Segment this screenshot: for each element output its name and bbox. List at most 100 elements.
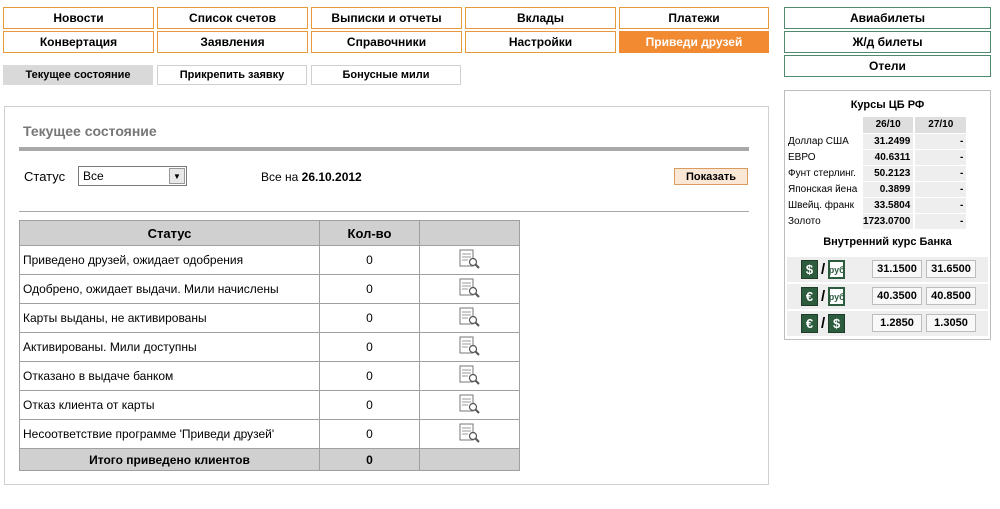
cbr-rate-row: Фунт стерлинг. 50.2123- xyxy=(787,165,967,182)
status-filter-label: Статус xyxy=(24,169,66,184)
cbr-date-1: 26/10 xyxy=(860,117,915,134)
row-status: Несоответствие программе 'Приведи друзей… xyxy=(19,419,320,449)
nav-references[interactable]: Справочники xyxy=(311,31,462,53)
exchange-rates-panel: Курсы ЦБ РФ 26/10 27/10 Доллар США 31.249… xyxy=(784,90,991,340)
bank-buy-rate: 31.1500 xyxy=(872,260,922,278)
bank-rate-row: € / $1.2850 1.3050 xyxy=(787,311,988,336)
row-count: 0 xyxy=(319,390,420,420)
bank-rates-title: Внутренний курс Банка xyxy=(823,236,952,248)
document-search-icon[interactable] xyxy=(459,336,481,356)
rate-date-1: 50.2123 xyxy=(860,165,915,182)
column-header-count: Кол-во xyxy=(319,220,420,246)
currency-to-icon: руб xyxy=(828,287,846,306)
table-row: Отказано в выдаче банком 0 xyxy=(19,361,520,391)
currency-name: Японская йена xyxy=(787,181,862,198)
bank-rate-row: $ / руб 31.1500 31.6500 xyxy=(787,257,988,282)
row-details-cell xyxy=(419,361,520,391)
nav-bring-friends[interactable]: Приведи друзей xyxy=(619,31,769,53)
cbr-rate-row: Доллар США 31.2499- xyxy=(787,133,967,150)
rate-date-2: - xyxy=(913,133,967,150)
currency-from-icon: € xyxy=(801,287,818,306)
row-status: Активированы. Мили доступны xyxy=(19,332,320,362)
nav-conversion[interactable]: Конвертация xyxy=(3,31,154,53)
currency-name: Швейц. франк xyxy=(787,197,862,214)
bank-sell-rate: 31.6500 xyxy=(926,260,976,278)
rate-date-1: 40.6311 xyxy=(860,149,915,166)
table-row: Несоответствие программе 'Приведи друзей… xyxy=(19,419,520,449)
cbr-rate-row: ЕВРО 40.6311- xyxy=(787,149,967,166)
currency-name: Фунт стерлинг. xyxy=(787,165,862,182)
document-search-icon[interactable] xyxy=(459,365,481,385)
status-select[interactable]: Все ▼ xyxy=(78,166,187,186)
row-status: Карты выданы, не активированы xyxy=(19,303,320,333)
row-count: 0 xyxy=(319,245,420,275)
cbr-rate-row: Японская йена 0.3899- xyxy=(787,181,967,198)
document-search-icon[interactable] xyxy=(459,394,481,414)
rate-date-1: 33.5804 xyxy=(860,197,915,214)
nav-news[interactable]: Новости xyxy=(3,7,154,29)
currency-pair: $ / руб xyxy=(801,260,846,279)
travel-flights-button[interactable]: Авиабилеты xyxy=(784,7,991,29)
table-row: Отказ клиента от карты 0 xyxy=(19,390,520,420)
bank-buy-rate: 1.2850 xyxy=(872,314,922,332)
page-title: Текущее состояние xyxy=(23,123,157,139)
currency-to-icon: руб xyxy=(828,260,846,279)
row-count: 0 xyxy=(319,332,420,362)
nav-statements[interactable]: Выписки и отчеты xyxy=(311,7,462,29)
cbr-rates-table: 26/10 27/10 Доллар США 31.2499- ЕВРО 40.631… xyxy=(787,117,967,230)
rate-date-2: - xyxy=(913,213,967,230)
rate-date-1: 0.3899 xyxy=(860,181,915,198)
show-button[interactable]: Показать xyxy=(674,168,748,185)
row-count: 0 xyxy=(319,274,420,304)
currency-name: Доллар США xyxy=(787,133,862,150)
subtab-attach-request[interactable]: Прикрепить заявку xyxy=(157,65,307,85)
column-header-status: Статус xyxy=(19,220,320,246)
column-header-details xyxy=(419,220,520,246)
status-table: Статус Кол-во Приведено друзей, ожидает … xyxy=(19,220,520,471)
as-of-date: Все на 26.10.2012 xyxy=(261,170,362,184)
row-count: 0 xyxy=(319,419,420,449)
subtab-bonus-miles[interactable]: Бонусные мили xyxy=(311,65,461,85)
subtab-current-status[interactable]: Текущее состояние xyxy=(3,65,153,85)
travel-trains-button[interactable]: Ж/д билеты xyxy=(784,31,991,53)
currency-from-icon: € xyxy=(801,314,818,333)
bank-sell-rate: 40.8500 xyxy=(926,287,976,305)
currency-name: ЕВРО xyxy=(787,149,862,166)
row-status: Отказано в выдаче банком xyxy=(19,361,320,391)
cbr-rates-header: 26/10 27/10 xyxy=(787,117,967,134)
row-status: Отказ клиента от карты xyxy=(19,390,320,420)
currency-to-icon: $ xyxy=(828,314,846,333)
rate-date-1: 1723.0700 xyxy=(860,213,915,230)
cbr-rate-row: Швейц. франк 33.5804- xyxy=(787,197,967,214)
pair-separator: / xyxy=(821,315,826,332)
main-panel: Текущее состояние Статус Все ▼ Все на 26… xyxy=(4,106,769,485)
document-search-icon[interactable] xyxy=(459,307,481,327)
row-details-cell xyxy=(419,274,520,304)
total-empty xyxy=(419,448,520,471)
nav-settings[interactable]: Настройки xyxy=(465,31,616,53)
rate-date-2: - xyxy=(913,165,967,182)
nav-accounts-list[interactable]: Список счетов xyxy=(157,7,308,29)
row-details-cell xyxy=(419,390,520,420)
document-search-icon[interactable] xyxy=(459,423,481,443)
table-row: Приведено друзей, ожидает одобрения 0 xyxy=(19,245,520,275)
pair-separator: / xyxy=(821,288,826,305)
total-label: Итого приведено клиентов xyxy=(19,448,320,471)
row-count: 0 xyxy=(319,361,420,391)
currency-pair: € / $ xyxy=(801,314,846,333)
chevron-down-icon[interactable]: ▼ xyxy=(169,168,185,184)
as-of-date-value: 26.10.2012 xyxy=(301,170,362,184)
title-divider xyxy=(19,147,749,151)
table-row: Одобрено, ожидает выдачи. Мили начислены… xyxy=(19,274,520,304)
nav-applications[interactable]: Заявления xyxy=(157,31,308,53)
cbr-date-2: 27/10 xyxy=(913,117,967,134)
nav-payments[interactable]: Платежи xyxy=(619,7,769,29)
row-status: Приведено друзей, ожидает одобрения xyxy=(19,245,320,275)
nav-deposits[interactable]: Вклады xyxy=(465,7,616,29)
currency-name: Золото xyxy=(787,213,862,230)
document-search-icon[interactable] xyxy=(459,249,481,269)
cbr-rates-title: Курсы ЦБ РФ xyxy=(850,99,925,111)
document-search-icon[interactable] xyxy=(459,278,481,298)
divider xyxy=(19,211,749,212)
travel-hotels-button[interactable]: Отели xyxy=(784,55,991,77)
